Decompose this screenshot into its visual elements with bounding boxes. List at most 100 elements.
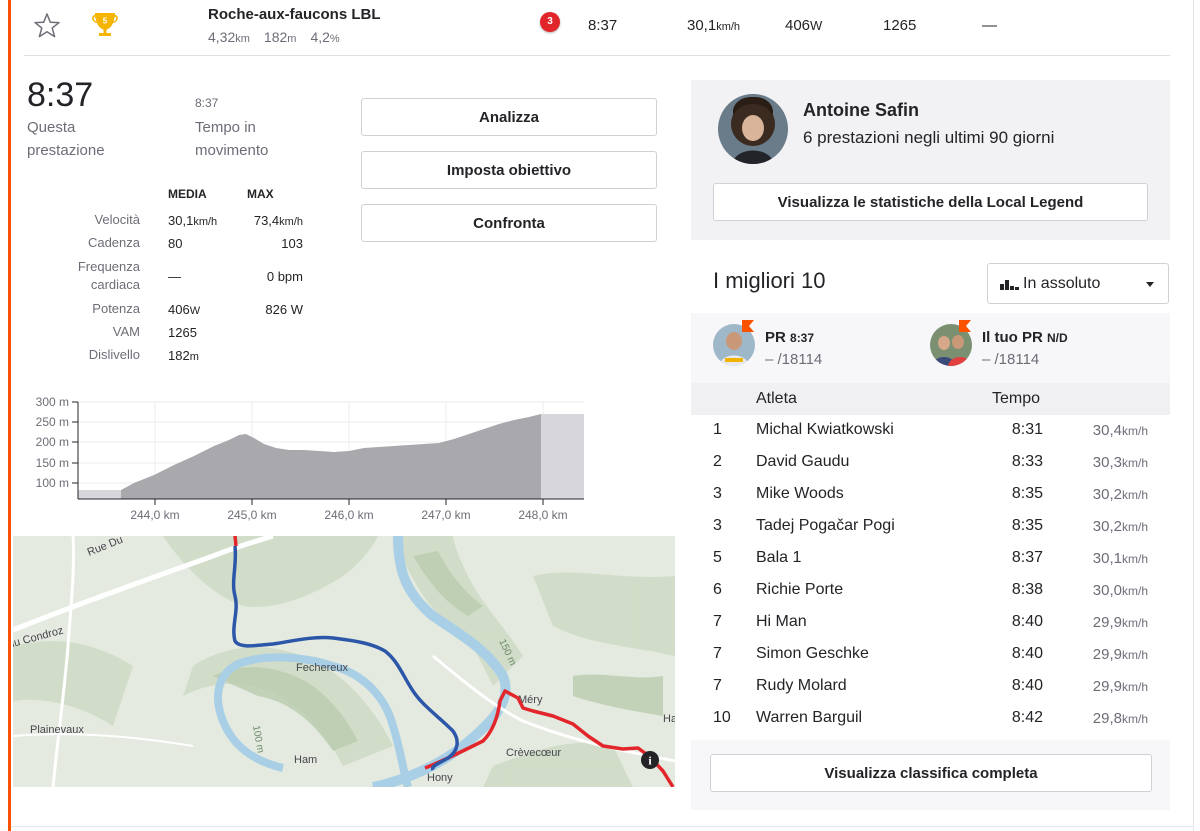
trophy-rank: 5 <box>103 17 108 26</box>
effort-time: 8:37 <box>27 76 94 114</box>
segment-map[interactable]: Rue Du du Condroz Fechereux Plainevaux H… <box>13 536 675 787</box>
row-time: 8:35 <box>1011 485 1043 502</box>
x-tick-246: 246,0 km <box>324 508 373 522</box>
row-time: 8:40 <box>1011 645 1043 662</box>
pr-time: 8:37 <box>790 331 815 345</box>
segment-grade: 4,2 <box>310 29 330 45</box>
your-pr-rank: – /18114 <box>982 351 1040 368</box>
rank-badge: 3 <box>540 12 560 32</box>
map-canvas[interactable]: Rue Du du Condroz Fechereux Plainevaux H… <box>13 536 675 787</box>
stats-col-avg: MEDIA <box>168 187 207 201</box>
col-athlete: Atleta <box>756 390 797 407</box>
analyze-button[interactable]: Analizza <box>361 98 657 136</box>
row-athlete[interactable]: Mike Woods <box>756 485 844 503</box>
row-speed-value: 29,9 <box>1092 678 1122 695</box>
row-rank: 3 <box>713 485 722 502</box>
row-speed-unit: km/h <box>1121 712 1148 726</box>
panel-border-bottom <box>11 826 1193 827</box>
stats-col-max: MAX <box>247 187 274 201</box>
pr-rank: – /18114 <box>765 351 823 368</box>
row-rank: 3 <box>713 517 722 534</box>
row-speed-value: 30,4 <box>1092 422 1122 439</box>
map-label-ham: Ham <box>294 754 317 766</box>
segment-distance: 4,32 <box>208 29 236 45</box>
row-athlete[interactable]: Rudy Molard <box>756 677 847 695</box>
row-time: 8:40 <box>1011 613 1043 630</box>
row-athlete[interactable]: David Gaudu <box>756 453 849 471</box>
row-speed-unit: km/h <box>1121 520 1148 534</box>
row-speed-value: 29,8 <box>1092 710 1122 727</box>
map-label-plainevaux: Plainevaux <box>30 724 84 736</box>
local-legend-name[interactable]: Antoine Safin <box>803 100 919 121</box>
star-icon[interactable] <box>33 12 61 40</box>
row-speed: 29,9km/h <box>1060 614 1148 631</box>
header-speed-unit: km/h <box>716 21 741 33</box>
row-athlete[interactable]: Tadej Pogačar Pogi <box>756 517 895 535</box>
leaderboard-filter-select[interactable]: In assoluto <box>987 263 1169 304</box>
row-rank: 7 <box>713 645 722 662</box>
full-leaderboard-button[interactable]: Visualizza classifica completa <box>710 754 1152 792</box>
segment-name[interactable]: Roche-aux-faucons LBL <box>208 6 381 23</box>
stat-label-vam: VAM <box>112 324 140 339</box>
bar-chart-icon <box>1000 280 1019 290</box>
map-label-ha: Ha <box>663 713 675 725</box>
col-time: Tempo <box>992 390 1041 407</box>
compare-button[interactable]: Confronta <box>361 204 657 242</box>
trophy-icon: 5 <box>92 13 118 36</box>
row-rank: 6 <box>713 581 722 598</box>
segment-distance-unit: km <box>235 33 250 45</box>
row-speed-unit: km/h <box>1121 456 1148 470</box>
row-speed-unit: km/h <box>1121 424 1148 438</box>
stat-label-power: Potenza <box>92 301 140 316</box>
row-speed: 29,9km/h <box>1060 678 1148 695</box>
row-rank: 2 <box>713 453 722 470</box>
y-tick-300: 300 m <box>36 395 69 409</box>
local-legend-avatar[interactable] <box>718 94 788 164</box>
x-tick-245: 245,0 km <box>227 508 276 522</box>
segment-elevation: 182 <box>263 29 288 45</box>
row-rank: 7 <box>713 677 722 694</box>
stat-avg-vam: 1265 <box>168 325 197 340</box>
stat-avg-power-value: 406 <box>168 302 190 317</box>
row-speed-unit: km/h <box>1121 552 1148 566</box>
row-speed-value: 29,9 <box>1092 614 1122 631</box>
row-speed-value: 30,0 <box>1092 582 1122 599</box>
local-legend-stats-button[interactable]: Visualizza le statistiche della Local Le… <box>713 183 1148 221</box>
header-speed-value: 30,1 <box>687 17 717 34</box>
header-speed: 30,1km/h <box>687 17 740 34</box>
segment-elevation-unit: m <box>287 33 297 45</box>
set-goal-button[interactable]: Imposta obiettivo <box>361 151 657 189</box>
stat-label-speed: Velocità <box>94 212 140 227</box>
row-speed-unit: km/h <box>1121 488 1148 502</box>
pr-flag-icon <box>742 320 754 332</box>
row-athlete[interactable]: Warren Barguil <box>756 709 862 727</box>
stat-avg-cadence: 80 <box>168 236 183 251</box>
elevation-profile[interactable]: 300 m 250 m 200 m 150 m 100 m 244,0 km 2… <box>24 393 594 528</box>
leaderboard-filter-value: In assoluto <box>1023 275 1101 292</box>
row-athlete[interactable]: Michal Kwiatkowski <box>756 421 894 439</box>
row-athlete[interactable]: Bala 1 <box>756 549 801 567</box>
row-speed: 30,0km/h <box>1060 582 1148 599</box>
stat-avg-elevation-value: 182 <box>168 348 190 363</box>
row-speed-value: 30,2 <box>1092 486 1122 503</box>
row-time: 8:38 <box>1011 581 1043 598</box>
x-tick-248: 248,0 km <box>518 508 567 522</box>
row-athlete[interactable]: Richie Porte <box>756 581 843 599</box>
stat-avg-elevation-unit: m <box>189 351 199 363</box>
stat-max-speed-unit: km/h <box>279 216 303 228</box>
row-rank: 5 <box>713 549 722 566</box>
row-athlete[interactable]: Simon Geschke <box>756 645 869 663</box>
stat-avg-speed-unit: km/h <box>193 216 218 228</box>
row-time: 8:33 <box>1011 453 1043 470</box>
effort-time-label: Questa prestazione <box>27 119 105 159</box>
header-divider <box>24 55 1170 56</box>
pr-label: PR 8:37 <box>765 329 814 346</box>
row-time: 8:37 <box>1011 549 1043 566</box>
row-speed: 30,3km/h <box>1060 454 1148 471</box>
stat-avg-elevation: 182m <box>168 348 199 363</box>
row-athlete[interactable]: Hi Man <box>756 613 807 631</box>
y-tick-200: 200 m <box>36 435 69 449</box>
header-hr: — <box>982 17 997 34</box>
stat-label-elevation: Dislivello <box>88 347 140 362</box>
row-speed: 29,9km/h <box>1060 646 1148 663</box>
